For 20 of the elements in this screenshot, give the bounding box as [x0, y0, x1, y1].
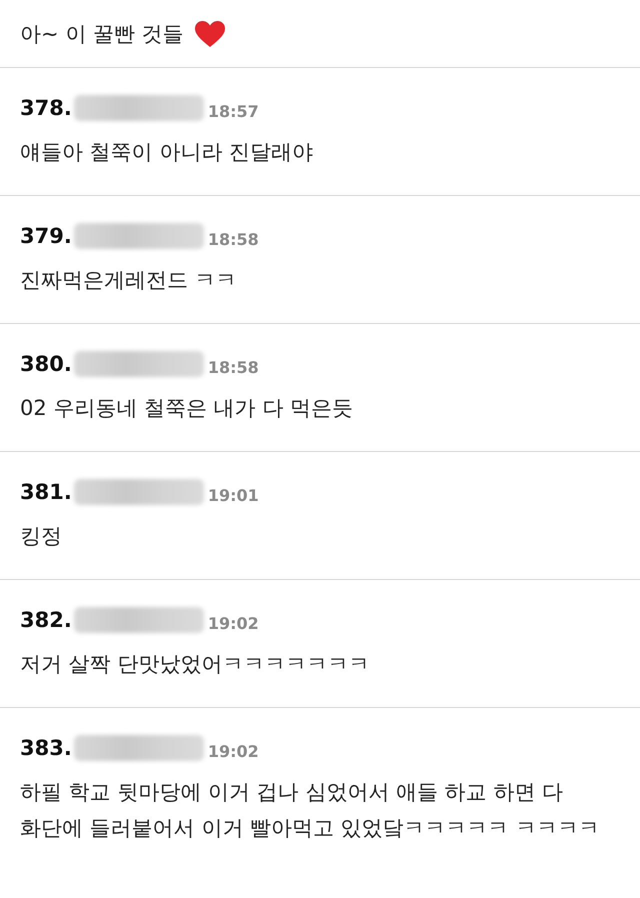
comment-number: 379. — [20, 224, 72, 248]
comment-text: 하필 학교 뒷마당에 이거 겁나 심었어서 애들 하교 하면 다 화단에 들러붙어서 이거 빨아먹고 있었닼ㅋㅋㅋㅋㅋ ㅋㅋㅋㅋ — [20, 779, 600, 842]
comment-number: 378. — [20, 96, 72, 120]
comment-time: 18:58 — [208, 230, 259, 248]
comment-text: 저거 살짝 단맛났었어ㅋㅋㅋㅋㅋㅋㅋ — [20, 651, 370, 678]
comment-time: 19:01 — [208, 486, 259, 504]
comment-number: 381. — [20, 480, 72, 504]
comment-text: 얘들아 철쭉이 아니라 진달래야 — [20, 139, 314, 166]
comment-number: 383. — [20, 736, 72, 760]
comment-text: 킹정 — [20, 523, 63, 550]
comment-number: 380. — [20, 352, 72, 376]
comment-time: 18:57 — [208, 102, 259, 120]
comment-text: 진짜먹은게레전드 ㅋㅋ — [20, 267, 238, 294]
comment-text: 02 우리동네 철쭉은 내가 다 먹은듯 — [20, 395, 354, 422]
heart-icon — [194, 20, 226, 48]
comment-text: 아~ 이 꿀빤 것들 — [20, 20, 184, 48]
comment-number: 382. — [20, 608, 72, 632]
comment-time: 19:02 — [208, 614, 259, 632]
comment-time: 19:02 — [208, 742, 259, 760]
comment-time: 18:58 — [208, 358, 259, 376]
